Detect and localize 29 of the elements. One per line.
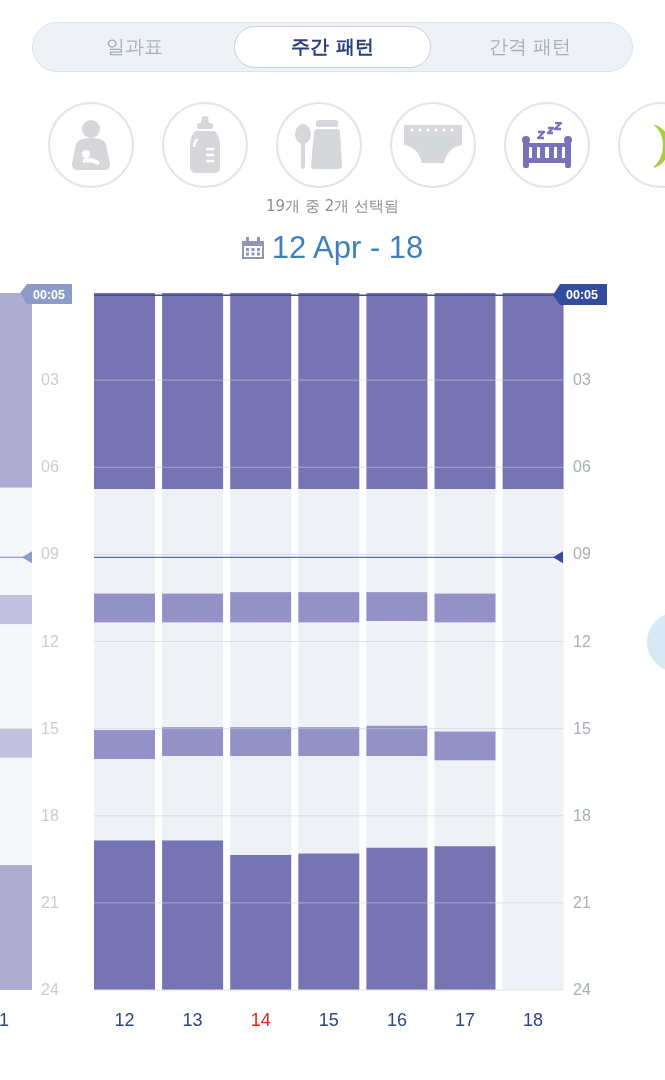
- day-label: 1: [0, 1010, 9, 1030]
- time-badge: 00:05: [20, 284, 72, 304]
- triangle-pointer-icon: [553, 551, 563, 564]
- day-label: 16: [386, 1010, 407, 1030]
- axis-label: 12: [573, 632, 591, 650]
- tab[interactable]: 일과표: [36, 26, 234, 68]
- day-label: 18: [523, 1010, 544, 1030]
- ref-line-label: 00:05: [566, 288, 599, 302]
- calendar-icon: [241, 237, 264, 259]
- axis-label: 15: [573, 719, 591, 737]
- axis-label: 21: [573, 893, 591, 911]
- axis-label: 18: [573, 806, 591, 824]
- crib-with-zzz-icon: [522, 122, 572, 168]
- day-label: 17: [455, 1010, 475, 1030]
- tab[interactable]: 주간 패턴: [233, 26, 432, 68]
- axis-label: 03: [573, 371, 591, 389]
- day-label: 15: [318, 1010, 339, 1030]
- axis-label: 09: [573, 545, 591, 563]
- baby-bottle-icon: [188, 115, 222, 175]
- day-label: 14: [250, 1010, 271, 1030]
- time-badge: 00:05: [553, 284, 607, 305]
- axis-label: 06: [573, 458, 591, 476]
- selection-count-text: 19개 중 2개 선택됨: [265, 197, 400, 216]
- day-label: 12: [114, 1010, 135, 1030]
- day-label: 13: [182, 1010, 203, 1030]
- date-range-title: 12 Apr - 18: [271, 230, 424, 266]
- tab[interactable]: 간격 패턴: [431, 26, 629, 68]
- axis-label: 24: [573, 981, 591, 998]
- category-button[interactable]: [504, 102, 590, 188]
